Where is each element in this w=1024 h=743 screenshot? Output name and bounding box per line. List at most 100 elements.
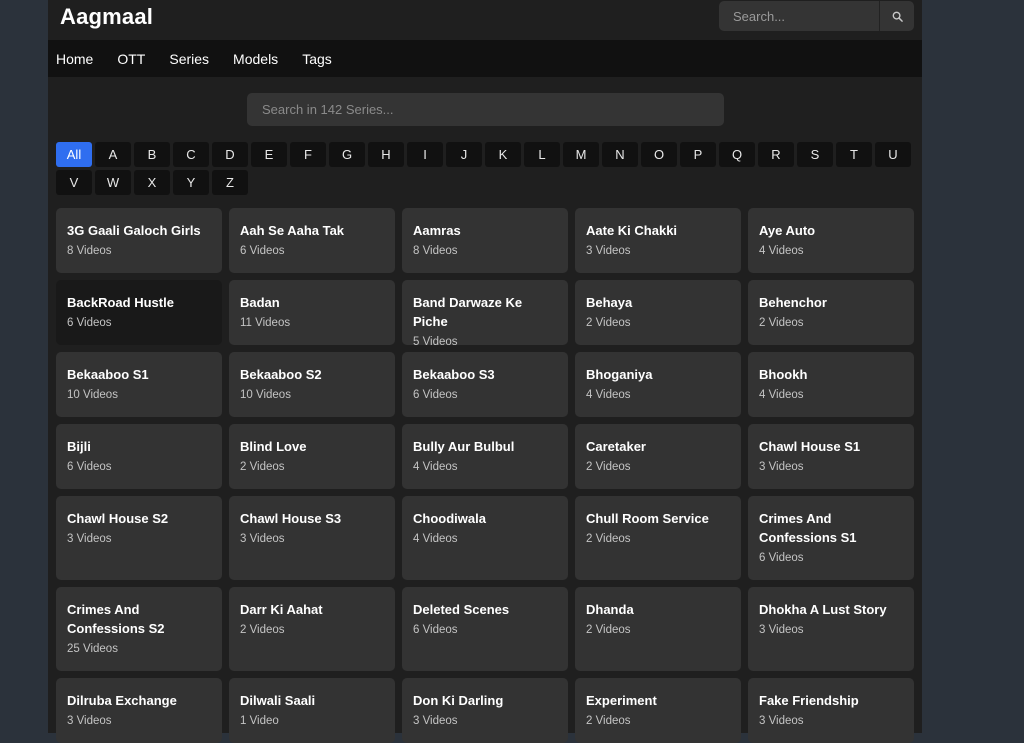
letter-filter-k[interactable]: K xyxy=(485,142,521,167)
letter-filter-v[interactable]: V xyxy=(56,170,92,195)
series-card[interactable]: 3G Gaali Galoch Girls 8 Videos xyxy=(56,208,222,273)
series-card[interactable]: Chawl House S2 3 Videos xyxy=(56,496,222,580)
series-video-count: 3 Videos xyxy=(586,245,631,257)
series-card[interactable]: Badan 11 Videos xyxy=(229,280,395,345)
letter-filter-m[interactable]: M xyxy=(563,142,599,167)
page-container: Aagmaal HomeOTTSeriesModelsTags AllABCDE… xyxy=(48,0,922,743)
letter-filter-q[interactable]: Q xyxy=(719,142,755,167)
letter-filter-t[interactable]: T xyxy=(836,142,872,167)
series-card[interactable]: Dhokha A Lust Story 3 Videos xyxy=(748,587,914,671)
series-video-count: 4 Videos xyxy=(586,389,631,401)
series-video-count: 6 Videos xyxy=(67,461,112,473)
letter-filter-g[interactable]: G xyxy=(329,142,365,167)
series-title: Aamras xyxy=(413,223,461,238)
series-title: Bekaaboo S2 xyxy=(240,367,322,382)
series-card[interactable]: Bekaaboo S2 10 Videos xyxy=(229,352,395,417)
series-video-count: 6 Videos xyxy=(240,245,285,257)
series-card[interactable]: Chull Room Service 2 Videos xyxy=(575,496,741,580)
series-card[interactable]: Aate Ki Chakki 3 Videos xyxy=(575,208,741,273)
series-video-count: 3 Videos xyxy=(759,624,804,636)
series-card[interactable]: Bekaaboo S3 6 Videos xyxy=(402,352,568,417)
series-card[interactable]: Behaya 2 Videos xyxy=(575,280,741,345)
nav-link-series[interactable]: Series xyxy=(169,51,209,67)
letter-filter-z[interactable]: Z xyxy=(212,170,248,195)
letter-filter-c[interactable]: C xyxy=(173,142,209,167)
series-video-count: 4 Videos xyxy=(413,461,458,473)
series-video-count: 1 Video xyxy=(240,715,279,727)
letter-filter-b[interactable]: B xyxy=(134,142,170,167)
series-title: Bekaaboo S1 xyxy=(67,367,149,382)
series-card[interactable]: Don Ki Darling 3 Videos xyxy=(402,678,568,743)
letter-filter-p[interactable]: P xyxy=(680,142,716,167)
series-card[interactable]: Aye Auto 4 Videos xyxy=(748,208,914,273)
letter-filter-l[interactable]: L xyxy=(524,142,560,167)
letter-filter-s[interactable]: S xyxy=(797,142,833,167)
letter-filter-w[interactable]: W xyxy=(95,170,131,195)
series-card[interactable]: Dhanda 2 Videos xyxy=(575,587,741,671)
series-card[interactable]: Behenchor 2 Videos xyxy=(748,280,914,345)
nav-link-models[interactable]: Models xyxy=(233,51,278,67)
letter-filter-u[interactable]: U xyxy=(875,142,911,167)
letter-filter-d[interactable]: D xyxy=(212,142,248,167)
series-title: BackRoad Hustle xyxy=(67,295,174,310)
series-card[interactable]: Deleted Scenes 6 Videos xyxy=(402,587,568,671)
series-card[interactable]: Dilruba Exchange 3 Videos xyxy=(56,678,222,743)
series-card[interactable]: Bhoganiya 4 Videos xyxy=(575,352,741,417)
nav-link-ott[interactable]: OTT xyxy=(117,51,145,67)
series-card[interactable]: Bully Aur Bulbul 4 Videos xyxy=(402,424,568,489)
series-card[interactable]: Fake Friendship 3 Videos xyxy=(748,678,914,743)
series-card[interactable]: Bekaaboo S1 10 Videos xyxy=(56,352,222,417)
nav-link-home[interactable]: Home xyxy=(56,51,93,67)
series-title: Dhanda xyxy=(586,602,634,617)
series-card[interactable]: BackRoad Hustle 6 Videos xyxy=(56,280,222,345)
header-search xyxy=(719,1,914,31)
series-title: Darr Ki Aahat xyxy=(240,602,323,617)
letter-filter-f[interactable]: F xyxy=(290,142,326,167)
series-video-count: 6 Videos xyxy=(759,552,804,564)
series-video-count: 5 Videos xyxy=(413,336,458,345)
series-title: Aate Ki Chakki xyxy=(586,223,678,238)
header-search-button[interactable] xyxy=(879,1,914,31)
series-video-count: 3 Videos xyxy=(759,461,804,473)
series-title: Bhoganiya xyxy=(586,367,653,382)
letter-filter-n[interactable]: N xyxy=(602,142,638,167)
series-card[interactable]: Experiment 2 Videos xyxy=(575,678,741,743)
series-card[interactable]: Band Darwaze Ke Piche 5 Videos xyxy=(402,280,568,345)
series-video-count: 2 Videos xyxy=(240,624,285,636)
letter-filter-o[interactable]: O xyxy=(641,142,677,167)
series-title: Blind Love xyxy=(240,439,307,454)
series-video-count: 6 Videos xyxy=(413,624,458,636)
series-card[interactable]: Crimes And Confessions S1 6 Videos xyxy=(748,496,914,580)
letter-filter-x[interactable]: X xyxy=(134,170,170,195)
series-card[interactable]: Caretaker 2 Videos xyxy=(575,424,741,489)
series-title: Dhokha A Lust Story xyxy=(759,602,887,617)
letter-filter-a[interactable]: A xyxy=(95,142,131,167)
header-search-input[interactable] xyxy=(719,1,879,31)
series-card[interactable]: Choodiwala 4 Videos xyxy=(402,496,568,580)
letter-filter-h[interactable]: H xyxy=(368,142,404,167)
series-card[interactable]: Chawl House S3 3 Videos xyxy=(229,496,395,580)
series-card[interactable]: Dilwali Saali 1 Video xyxy=(229,678,395,743)
series-card[interactable]: Darr Ki Aahat 2 Videos xyxy=(229,587,395,671)
series-video-count: 2 Videos xyxy=(586,715,631,727)
series-card[interactable]: Bhookh 4 Videos xyxy=(748,352,914,417)
series-title: Don Ki Darling xyxy=(413,693,504,708)
letter-filter-y[interactable]: Y xyxy=(173,170,209,195)
series-card[interactable]: Chawl House S1 3 Videos xyxy=(748,424,914,489)
series-card[interactable]: Aamras 8 Videos xyxy=(402,208,568,273)
series-card[interactable]: Aah Se Aaha Tak 6 Videos xyxy=(229,208,395,273)
letter-filter-all[interactable]: All xyxy=(56,142,92,167)
series-card[interactable]: Crimes And Confessions S2 25 Videos xyxy=(56,587,222,671)
series-card[interactable]: Bijli 6 Videos xyxy=(56,424,222,489)
letter-filter-e[interactable]: E xyxy=(251,142,287,167)
letter-filter-i[interactable]: I xyxy=(407,142,443,167)
series-video-count: 2 Videos xyxy=(586,461,631,473)
site-logo[interactable]: Aagmaal xyxy=(60,4,153,30)
nav-link-tags[interactable]: Tags xyxy=(302,51,332,67)
series-search-input[interactable] xyxy=(247,93,724,126)
letter-filter-r[interactable]: R xyxy=(758,142,794,167)
letter-filter-j[interactable]: J xyxy=(446,142,482,167)
series-video-count: 6 Videos xyxy=(67,317,112,329)
series-title: Bhookh xyxy=(759,367,808,382)
series-card[interactable]: Blind Love 2 Videos xyxy=(229,424,395,489)
